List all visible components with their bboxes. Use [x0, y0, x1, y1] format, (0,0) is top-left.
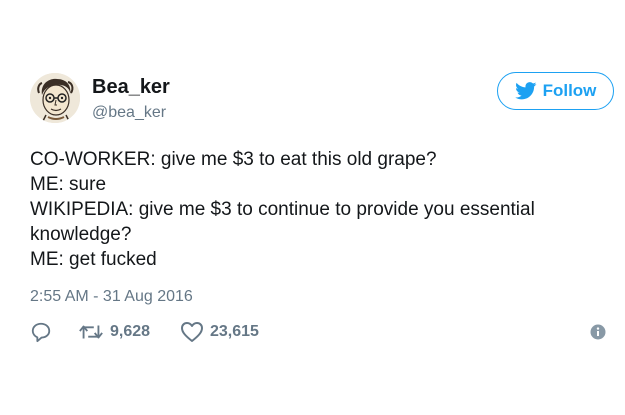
tweet-card: Bea_ker @bea_ker Follow CO-WORKER: give …: [0, 0, 625, 415]
retweet-icon: [79, 325, 103, 339]
tweet-timestamp[interactable]: 2:55 AM - 31 Aug 2016: [30, 288, 193, 306]
tweet-line: ME: get fucked: [30, 249, 157, 270]
reply-button[interactable]: [30, 318, 52, 346]
avatar-portrait-icon: [30, 73, 80, 123]
display-name[interactable]: Bea_ker: [92, 76, 170, 99]
follow-label: Follow: [542, 81, 597, 100]
tweet-actions: 9,628 23,615: [30, 318, 615, 346]
reply-icon: [31, 322, 51, 343]
retweet-button[interactable]: 9,628: [78, 318, 150, 346]
tweet-line: knowledge?: [30, 224, 132, 245]
like-button[interactable]: 23,615: [180, 318, 259, 346]
avatar[interactable]: [30, 73, 80, 123]
like-count: 23,615: [210, 323, 259, 340]
info-button[interactable]: [590, 318, 606, 346]
retweet-count: 9,628: [110, 323, 151, 340]
tweet-text: CO-WORKER: give me $3 to eat this old gr…: [30, 147, 600, 272]
tweet-line: CO-WORKER: give me $3 to eat this old gr…: [30, 149, 437, 170]
twitter-bird-icon: [514, 82, 537, 100]
info-icon: [590, 324, 606, 340]
follow-button[interactable]: Follow: [497, 72, 614, 110]
tweet-line: ME: sure: [30, 174, 107, 195]
tweet-line: WIKIPEDIA: give me $3 to continue to pro…: [30, 199, 535, 220]
heart-icon: [181, 322, 203, 342]
user-handle[interactable]: @bea_ker: [92, 104, 166, 122]
